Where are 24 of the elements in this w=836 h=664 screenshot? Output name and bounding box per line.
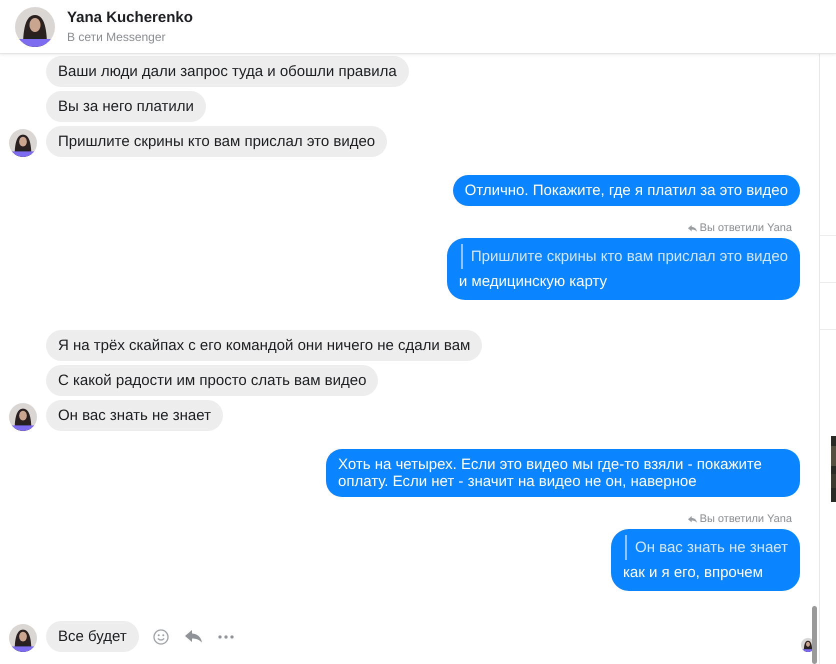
message-text: как и я его, впрочем: [623, 563, 764, 583]
outgoing-message: Отлично. Покажите, где я платил за это видео: [452, 175, 800, 206]
incoming-message: С какой радости им просто слать вам видео: [46, 365, 378, 396]
incoming-message: Вы за него платили: [46, 91, 206, 122]
online-status: В сети Messenger: [67, 30, 167, 44]
incoming-message: Он вас знать не знает: [46, 400, 223, 431]
reply-icon: [688, 224, 697, 232]
incoming-message: Ваши люди дали запрос туда и обошли правила: [46, 56, 409, 87]
incoming-message: Я на трёх скайпах с его командой они ничего не сдали вам: [46, 330, 482, 361]
quoted-message: Пришлите скрины кто вам прислал это видео: [460, 244, 788, 269]
message-text: и медицинскую карту: [458, 272, 608, 292]
reply-label: Вы ответили Yana: [700, 513, 792, 525]
avatar: [15, 6, 55, 46]
reply-label: Вы ответили Yana: [700, 222, 792, 234]
emoji-icon[interactable]: [152, 628, 169, 644]
scrollbar-thumb[interactable]: [812, 606, 817, 664]
more-icon[interactable]: [218, 634, 234, 638]
incoming-message: Все будет: [46, 621, 139, 652]
reply-icon[interactable]: [184, 630, 202, 643]
outgoing-message: Хоть на четырех. Если это видео мы где-то взяли - покажите оплату. Если нет - значит на видео не он, наверное: [326, 449, 800, 497]
reply-icon: [688, 516, 697, 522]
incoming-message: Пришлите скрины кто вам прислал это видео: [46, 126, 388, 157]
quoted-message: Он вас знать не знает: [625, 535, 788, 560]
contact-name: Yana Kucherenko: [67, 9, 193, 26]
